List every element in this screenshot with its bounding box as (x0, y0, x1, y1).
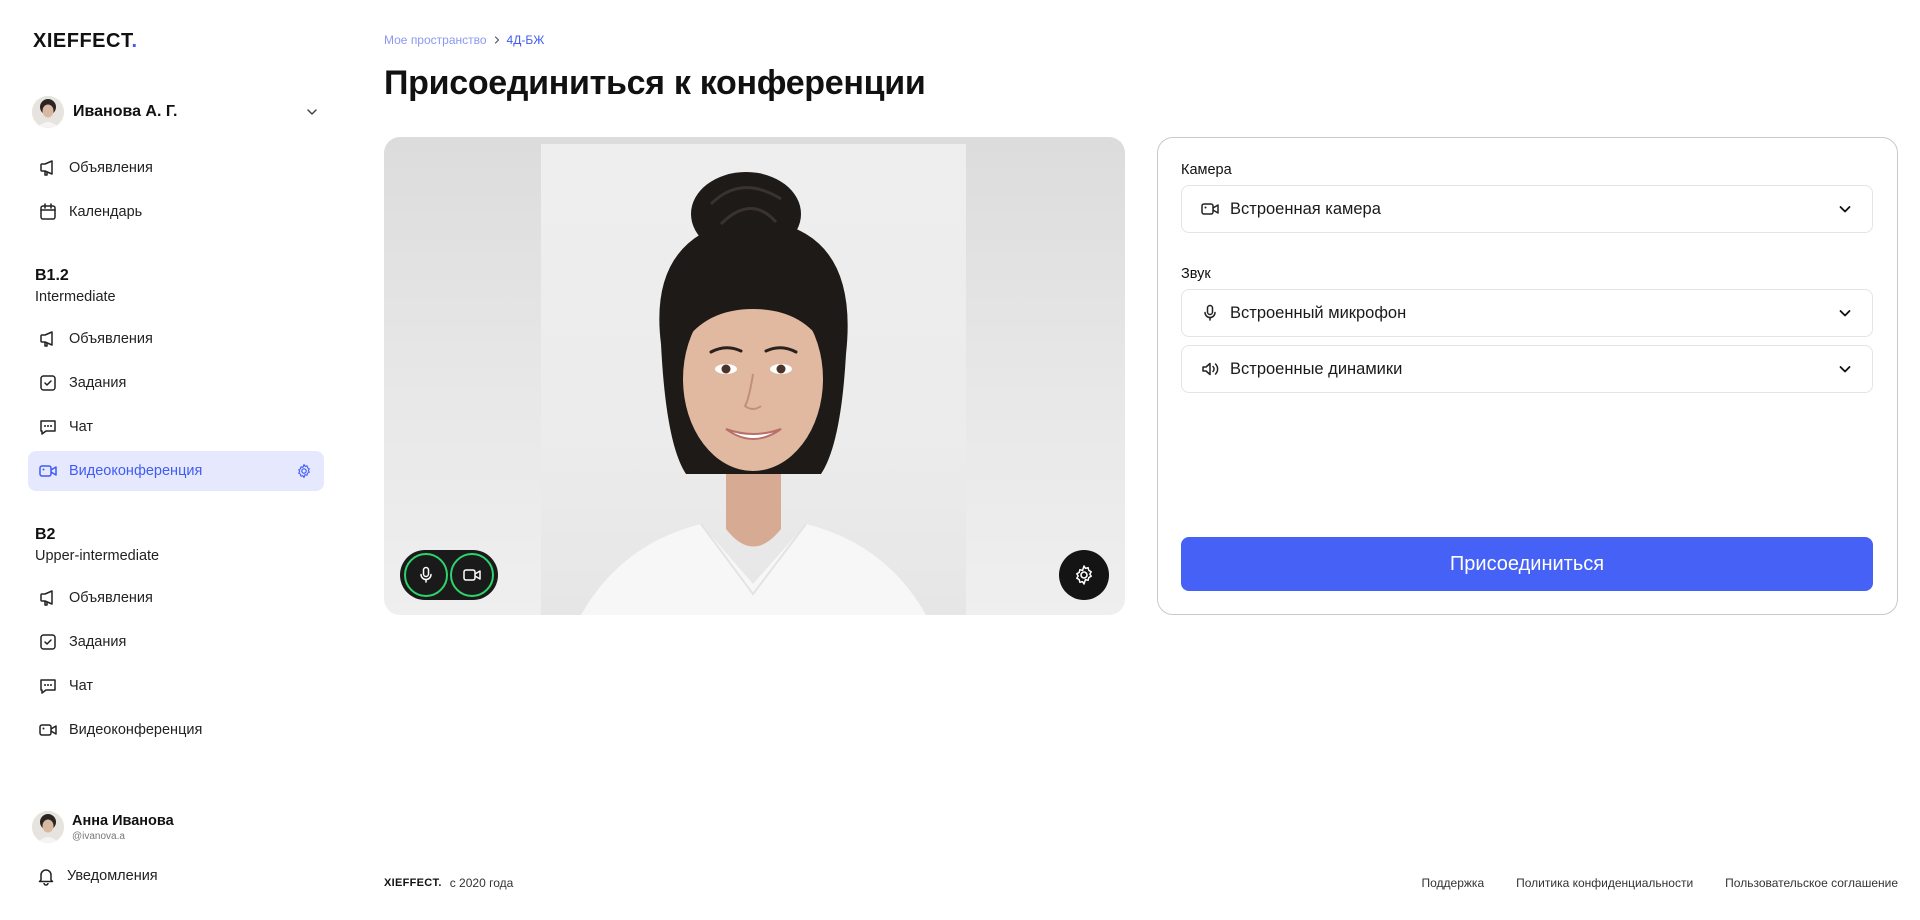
breadcrumb-root[interactable]: Мое пространство (384, 33, 487, 47)
chat-icon (38, 676, 58, 696)
group-title: B1.2 (35, 267, 69, 284)
avatar (32, 811, 64, 843)
footer-copyright: с 2020 года (449, 876, 514, 890)
profile[interactable]: Анна Иванова @ivanova.a (32, 811, 174, 843)
calendar-icon (38, 202, 58, 222)
sidebar-item-label: Объявления (69, 331, 153, 347)
microphone-icon (1200, 303, 1220, 323)
group-title: B2 (35, 526, 56, 543)
video-preview (384, 137, 1125, 615)
chevron-down-icon (1839, 366, 1851, 373)
footer-logo: XIEFFECT. (384, 877, 442, 889)
media-controls (400, 550, 498, 600)
sidebar-item-announcements[interactable]: Объявления (28, 148, 324, 188)
sidebar-item-label: Календарь (69, 204, 143, 220)
speaker-select[interactable]: Встроенные динамики (1181, 345, 1873, 393)
sidebar-item-tasks[interactable]: Задания (28, 622, 324, 662)
sidebar-item-chat[interactable]: Чат (28, 666, 324, 706)
sidebar-item-calendar[interactable]: Календарь (28, 192, 324, 232)
megaphone-icon (38, 158, 58, 178)
sidebar-item-tasks[interactable]: Задания (28, 363, 324, 403)
chat-icon (38, 417, 58, 437)
gear-icon[interactable] (296, 463, 312, 479)
sidebar-item-label: Чат (69, 419, 94, 435)
user-switcher[interactable]: Иванова А. Г. (32, 95, 322, 129)
sidebar-item-label: Видеоконференция (69, 463, 203, 479)
video-icon (38, 720, 58, 740)
chevron-down-icon (1839, 310, 1851, 317)
sidebar-item-label: Задания (69, 634, 127, 650)
logo[interactable]: XIEFFECT. (33, 30, 138, 53)
footer-link-terms[interactable]: Пользовательское соглашение (1725, 876, 1898, 890)
avatar (32, 96, 64, 128)
profile-handle: @ivanova.a (72, 830, 125, 842)
sidebar-item-announcements[interactable]: Объявления (28, 319, 324, 359)
device-settings-panel: Камера Встроенная камера Звук Встроенный… (1157, 137, 1898, 615)
sidebar-item-announcements[interactable]: Объявления (28, 578, 324, 618)
speaker-icon (1200, 359, 1220, 379)
group-subtitle: Upper-intermediate (35, 548, 160, 564)
checkbox-icon (38, 373, 58, 393)
chevron-down-icon (307, 109, 317, 115)
notifications-link[interactable]: Уведомления (36, 866, 158, 886)
megaphone-icon (38, 588, 58, 608)
speaker-select-value: Встроенные динамики (1230, 359, 1403, 378)
group-subtitle: Intermediate (35, 289, 116, 305)
logo-dot: . (131, 30, 138, 52)
sidebar-item-label: Объявления (69, 160, 153, 176)
video-icon (38, 461, 58, 481)
microphone-toggle[interactable] (404, 553, 448, 597)
microphone-icon (420, 566, 432, 583)
megaphone-icon (38, 329, 58, 349)
video-icon (463, 569, 481, 581)
sidebar: XIEFFECT. Иванова А. Г. Объявления Кален… (0, 0, 336, 920)
sidebar-item-videoconference[interactable]: Видеоконференция (28, 710, 324, 750)
camera-select[interactable]: Встроенная камера (1181, 185, 1873, 233)
chevron-down-icon (1839, 206, 1851, 213)
profile-name: Анна Иванова (72, 812, 174, 829)
sidebar-item-videoconference[interactable]: Видеоконференция (28, 451, 324, 491)
camera-feed-image (541, 144, 966, 615)
sidebar-item-label: Объявления (69, 590, 153, 606)
microphone-select-value: Встроенный микрофон (1230, 303, 1407, 322)
footer-links: Поддержка Политика конфиденциальности По… (1390, 876, 1898, 890)
bell-icon (36, 866, 56, 886)
breadcrumb: Мое пространство 4Д-БЖ (384, 33, 544, 47)
join-button[interactable]: Присоединиться (1181, 537, 1873, 591)
gear-icon (1076, 565, 1092, 585)
page-title: Присоединиться к конференции (384, 64, 926, 102)
sidebar-item-label: Видеоконференция (69, 722, 203, 738)
checkbox-icon (38, 632, 58, 652)
camera-select-value: Встроенная камера (1230, 199, 1381, 218)
notifications-label: Уведомления (67, 868, 158, 884)
sidebar-item-label: Чат (69, 678, 94, 694)
breadcrumb-current[interactable]: 4Д-БЖ (507, 33, 545, 47)
camera-label: Камера (1181, 162, 1232, 178)
video-settings-button[interactable] (1059, 550, 1109, 600)
user-name: Иванова А. Г. (73, 103, 178, 120)
sidebar-item-label: Задания (69, 375, 127, 391)
footer-link-support[interactable]: Поддержка (1422, 876, 1485, 890)
camera-toggle[interactable] (450, 553, 494, 597)
microphone-select[interactable]: Встроенный микрофон (1181, 289, 1873, 337)
sound-label: Звук (1181, 266, 1211, 282)
sidebar-item-chat[interactable]: Чат (28, 407, 324, 447)
footer-brand: XIEFFECT. с 2020 года (384, 876, 513, 890)
chevron-right-icon (494, 36, 499, 44)
video-icon (1200, 199, 1220, 219)
logo-text: XIEFFECT (33, 30, 132, 52)
footer-link-privacy[interactable]: Политика конфиденциальности (1516, 876, 1693, 890)
